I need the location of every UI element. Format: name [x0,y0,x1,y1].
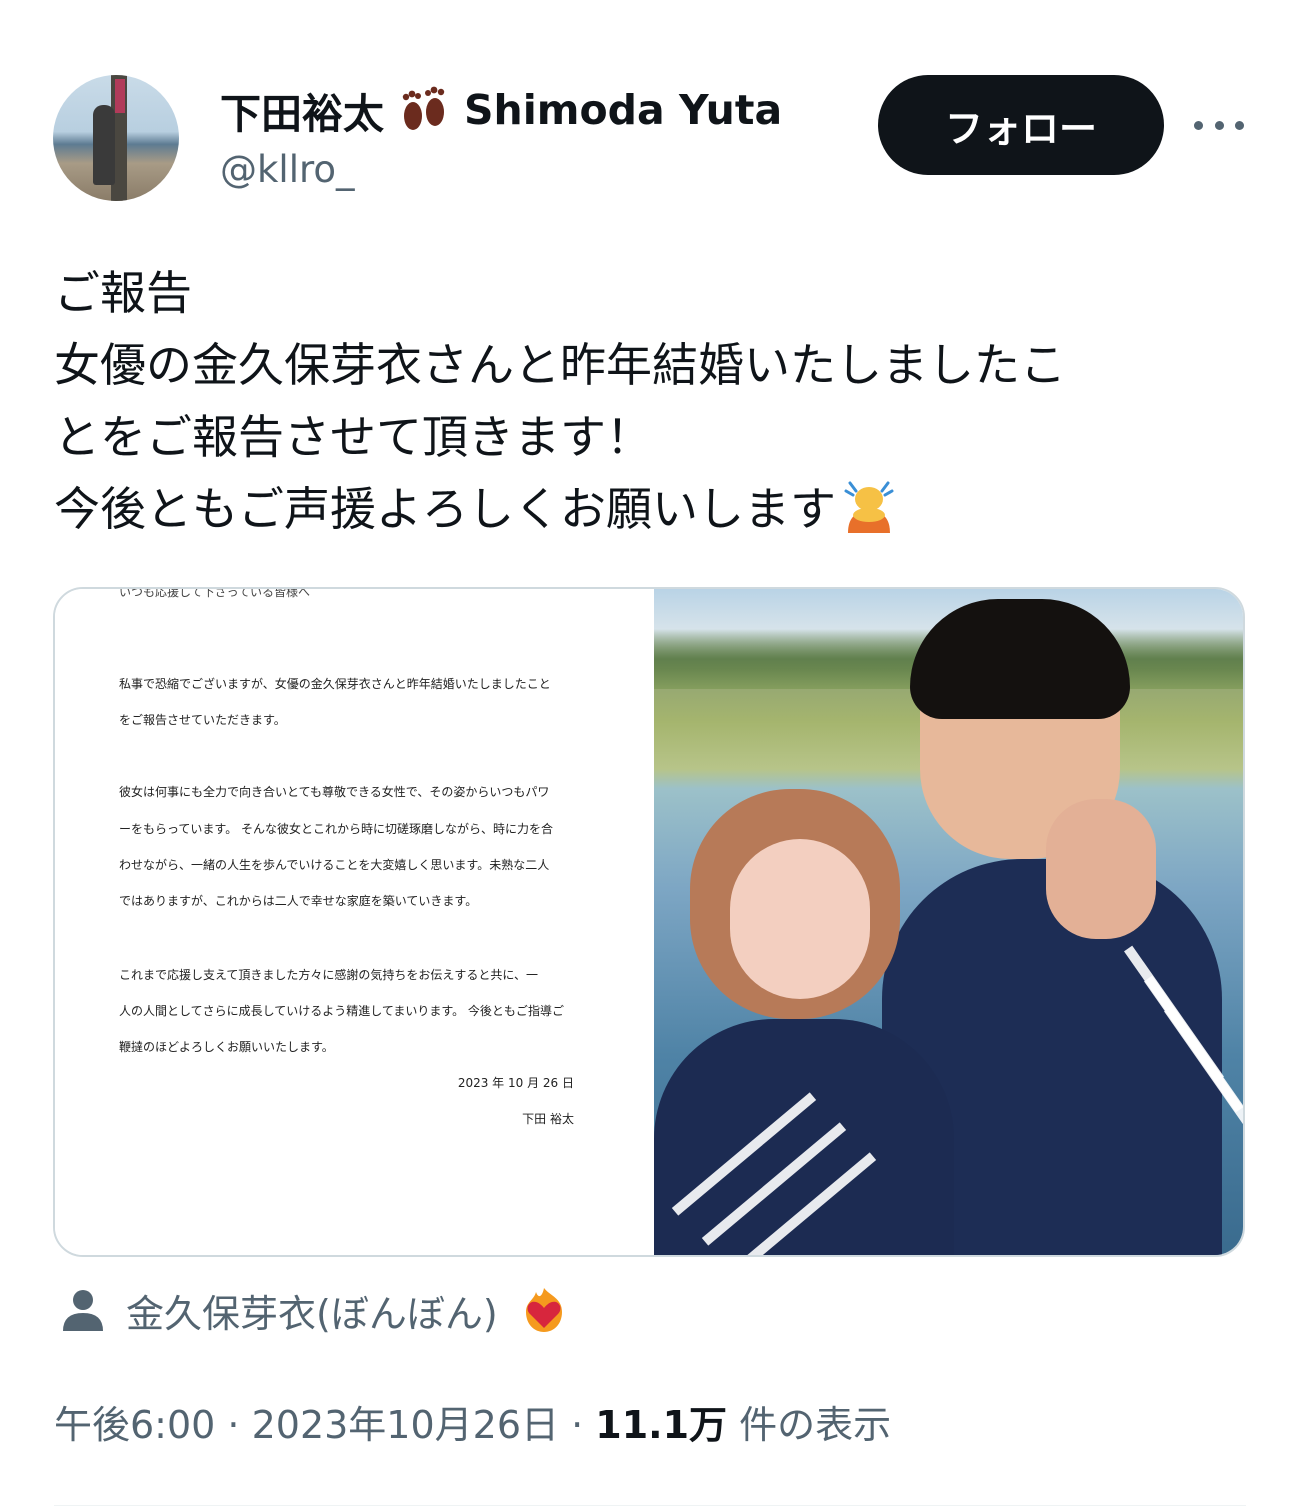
more-horizontal-icon[interactable] [1194,108,1244,142]
letter-line: これまで応援し支えて頂きました方々に感謝の気持ちをお伝えすると共に、一 [119,968,539,982]
meta-separator: · [559,1403,596,1447]
more-dot [1194,120,1203,130]
tagged-user-name[interactable]: 金久保芽衣(ぼんぼん) [126,1283,498,1338]
footprints-icon [396,86,452,134]
letter-line: 私事で恐縮でございますが、女優の金久保芽衣さんと昨年結婚いたしましたこと [119,677,551,691]
letter-greeting: いつも応援して下さっている皆様へ [119,587,311,599]
letter-line: ではありますが、これからは二人で幸せな家庭を築いていきます。 [119,894,478,908]
author-name-row[interactable]: 下田裕太 Shimoda Yuta [220,84,782,138]
tweet-line: とをご報告させて頂きます！ [54,410,652,464]
display-name-latin[interactable]: Shimoda Yuta [464,86,782,134]
tweet-line: 今後ともご声援よろしくお願いします [54,482,836,536]
announcement-letter-image[interactable]: いつも応援して下さっている皆様へ 私事で恐縮でございますが、女優の金久保芽衣さん… [55,589,654,1255]
divider [54,1505,1246,1506]
meta-separator: · [215,1403,252,1447]
person-bowing-icon [836,475,902,537]
tweet-line-last: 今後ともご声援よろしくお願いします [54,473,1254,545]
tagged-user-row[interactable]: 金久保芽衣(ぼんぼん) [60,1280,570,1340]
letter-line: ーをもらっています。 そんな彼女とこれから時に切磋琢磨しながら、時に力を合 [119,822,554,836]
tweet-line: ご報告 [54,266,192,320]
avatar-person [93,105,115,185]
photo-man-hand [1045,799,1156,939]
author-handle[interactable]: @kllro_ [220,148,355,191]
avatar[interactable] [53,75,179,201]
letter-line: 人の人間としてさらに成長していけるよう精進してまいります。 今後ともご指導ご [119,1004,564,1018]
tweet-meta: 午後6:00 · 2023年10月26日 · 11.1万 件の表示 [54,1394,891,1449]
tweet: 下田裕太 Shimoda Yuta @kllro_ フォロー ご報告 女優の金久… [0,0,1300,1509]
views-label: 件の表示 [727,1403,892,1447]
tweet-line: 女優の金久保芽衣さんと昨年結婚いたしましたこ [54,338,1066,392]
person-icon [60,1287,106,1333]
avatar-sign [115,79,125,113]
letter-line: 鞭撻のほどよろしくお願いいたします。 [119,1040,334,1054]
media-attachment[interactable]: いつも応援して下さっている皆様へ 私事で恐縮でございますが、女優の金久保芽衣さん… [53,587,1245,1257]
heart-on-fire-icon [518,1284,570,1336]
letter-signature: 下田 裕太 [522,1112,574,1126]
tweet-time[interactable]: 午後6:00 [54,1403,215,1447]
photo-man-hair [909,599,1130,719]
follow-button[interactable]: フォロー [878,75,1164,175]
letter-date: 2023 年 10 月 26 日 [457,1076,574,1090]
letter-line: をご報告させていただきます。 [119,713,286,727]
display-name[interactable]: 下田裕太 [220,80,384,140]
tweet-date[interactable]: 2023年10月26日 [252,1403,559,1447]
couple-photo[interactable] [653,589,1243,1255]
letter-line: 彼女は何事にも全力で向き合いとても尊敬できる女性で、その姿からいつもパワ [119,785,550,799]
photo-woman-face [729,839,870,999]
letter-line: わせながら、一緒の人生を歩んでいけることを大変嬉しく思います。未熟な二人 [119,858,550,872]
more-dot [1214,120,1224,130]
more-dot [1235,120,1244,130]
tweet-text: ご報告 女優の金久保芽衣さんと昨年結婚いたしましたこ とをご報告させて頂きます！… [54,257,1254,545]
views-count[interactable]: 11.1万 [595,1403,727,1447]
